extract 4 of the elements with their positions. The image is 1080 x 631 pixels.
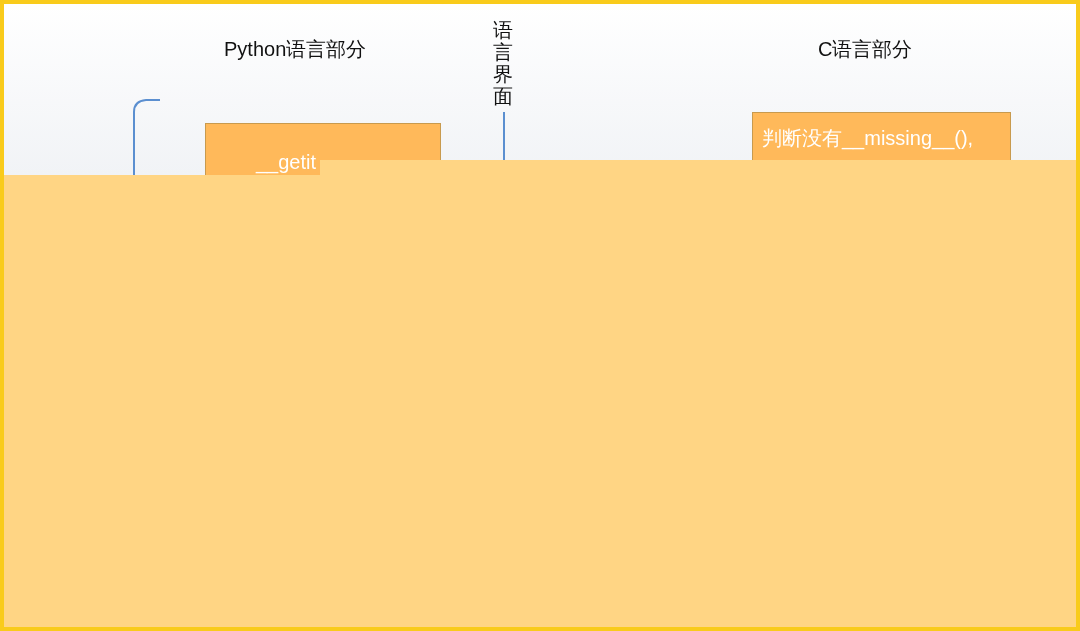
divider-line bbox=[503, 111, 505, 163]
section-title: Python语言部分 bbox=[224, 37, 367, 62]
divider-label: 语言界面 bbox=[493, 19, 513, 107]
section-title: C语言部分 bbox=[818, 37, 913, 62]
